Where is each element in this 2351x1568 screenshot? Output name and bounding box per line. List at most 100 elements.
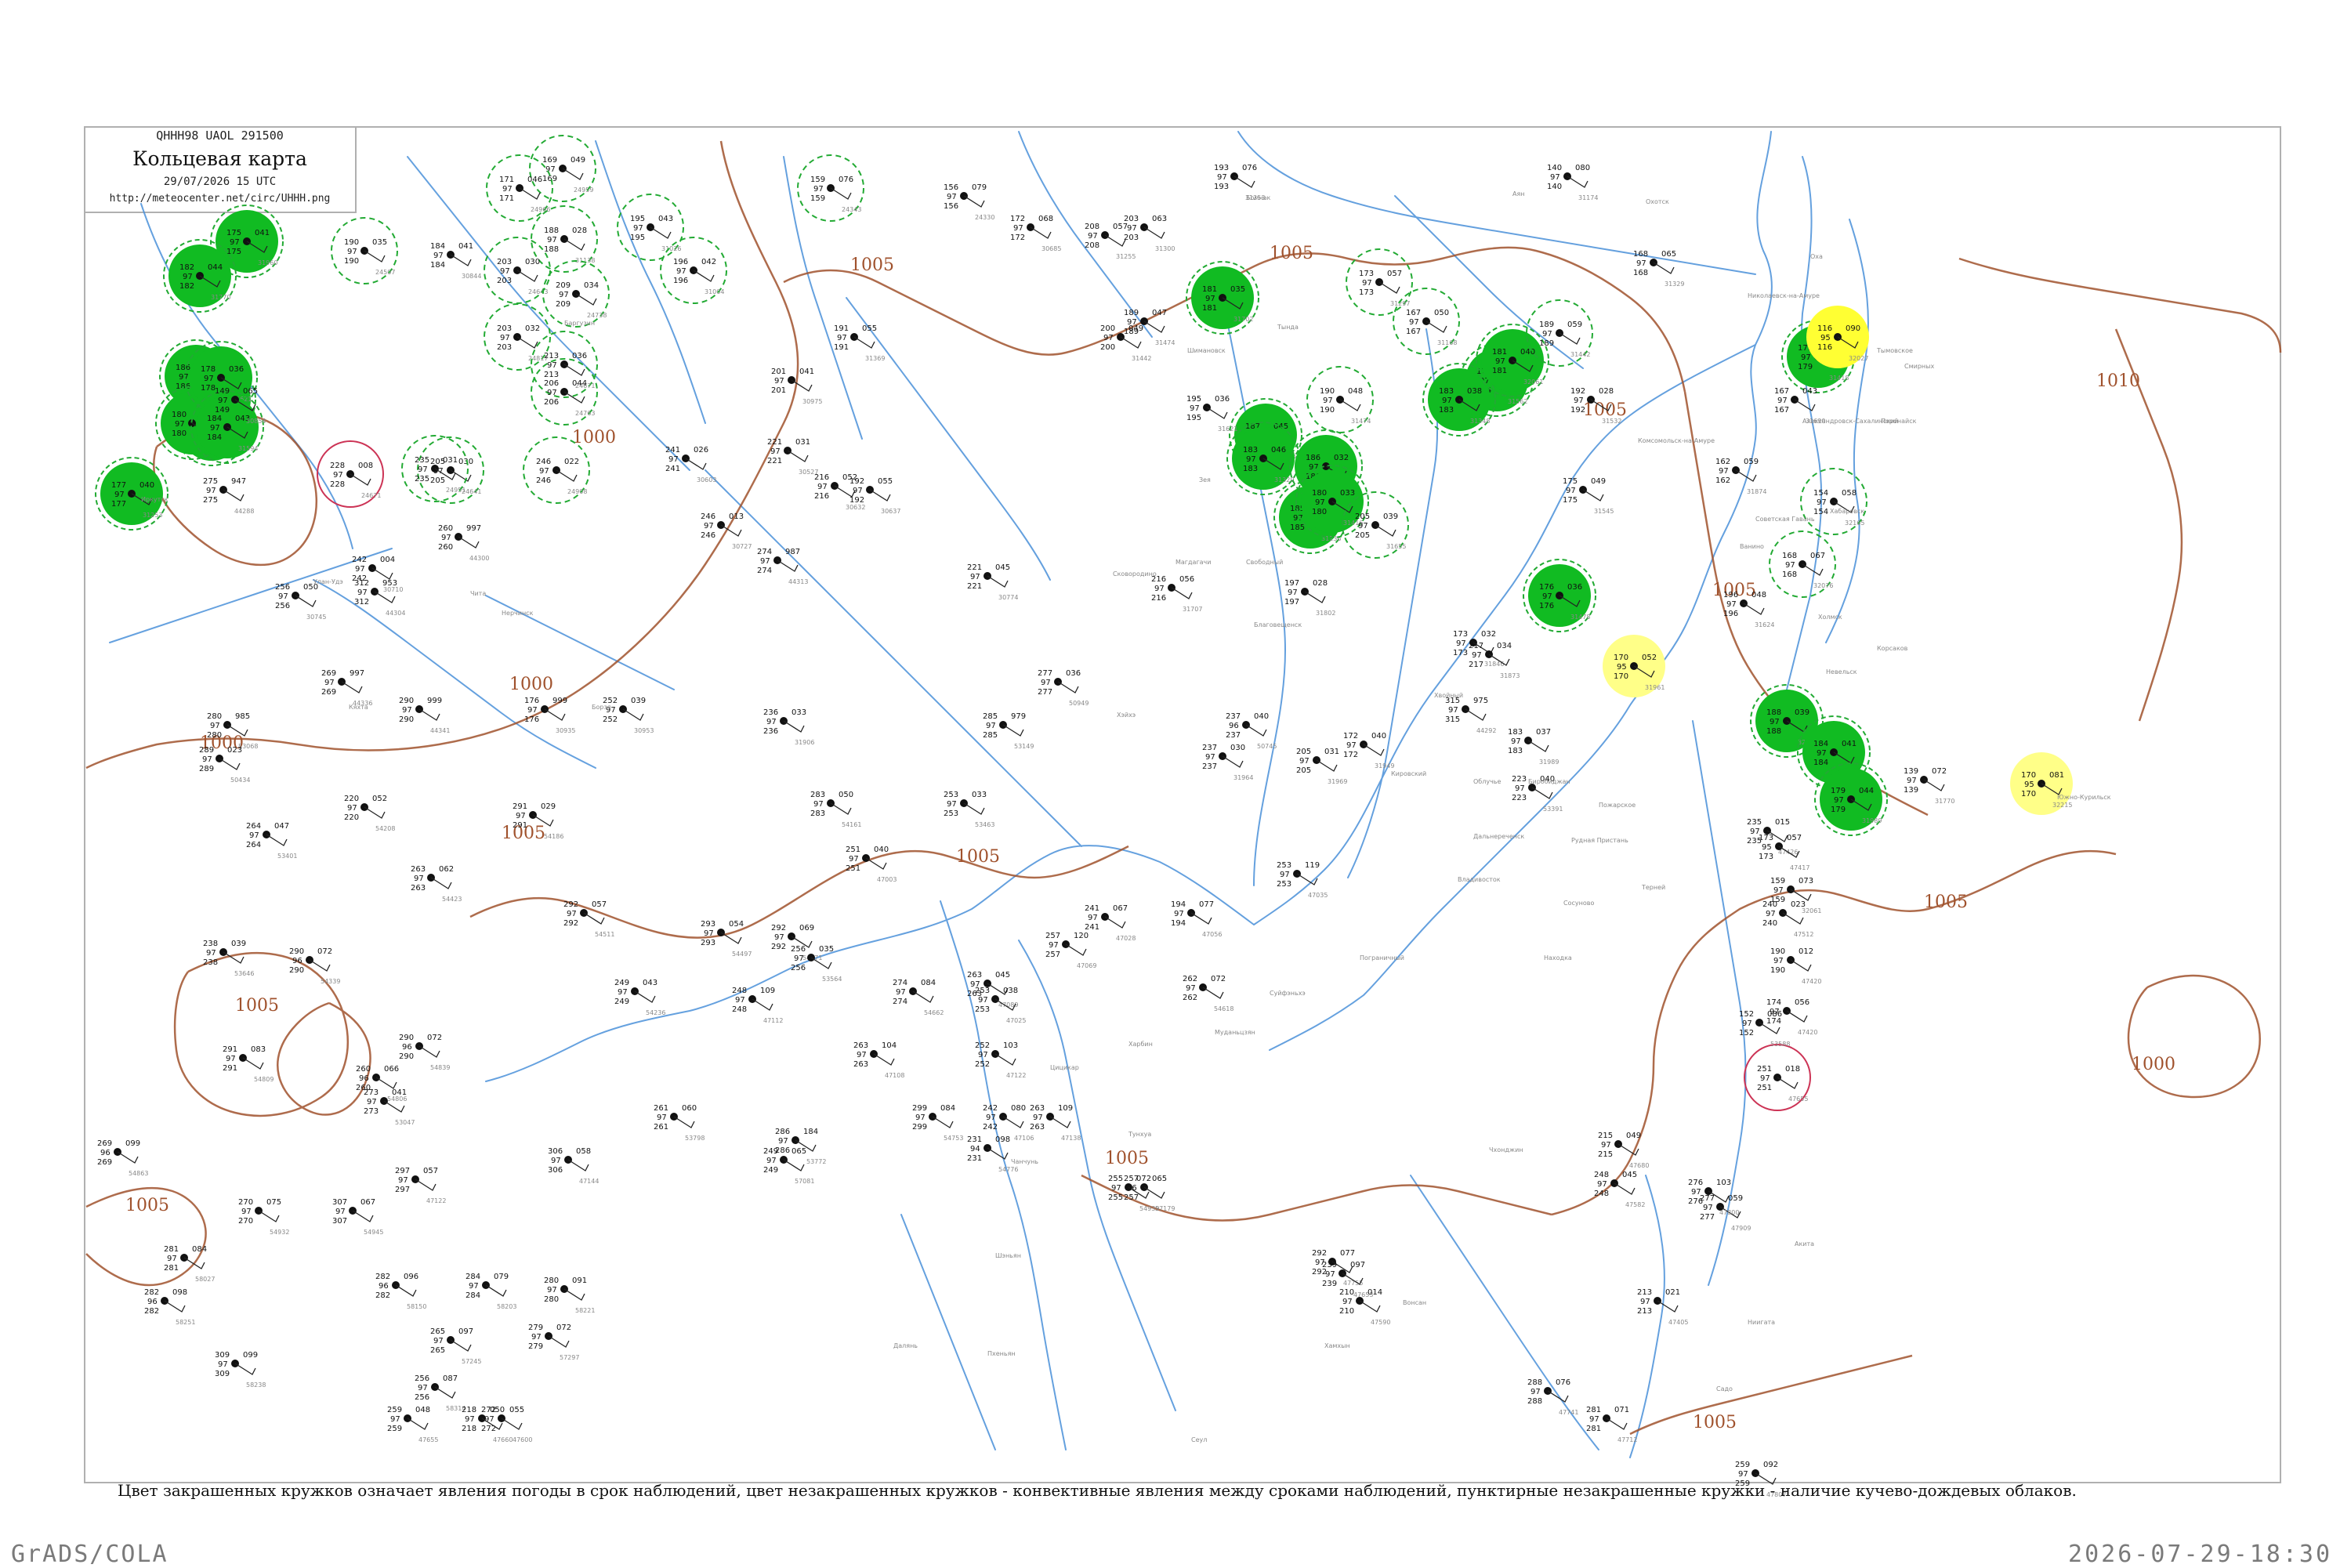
station-index: 44341 [430,727,450,734]
station-dewpoint: 96 [1127,1184,1137,1193]
station-pressure: 098 [995,1135,1010,1144]
wind-barb [1171,587,1193,599]
station-rain: 17697 036 176 31478 [1523,559,1596,632]
station-index: 54208 [375,825,395,832]
station-index: 47680 [1629,1162,1649,1169]
place-name: Невельск [1826,668,1857,675]
station-index: 31329 [1665,281,1684,288]
wind-barb [1359,1300,1381,1313]
station-pressure: 067 [1113,904,1128,913]
wind-barb [853,336,875,349]
station-dewpoint: 97 [1088,232,1098,241]
station-dewpoint: 97 [502,185,513,194]
station-temperature-min: 252 [975,1060,990,1069]
station-temperature-min: 262 [1183,994,1197,1002]
station-index: 30745 [306,614,326,621]
station-dewpoint: 97 [1111,1184,1121,1193]
station-index: 24507 [375,269,395,276]
station-index: 31873 [1500,672,1520,679]
station-dewpoint: 97 [218,1360,228,1369]
station-plain: 27597 947 275 44288 [203,477,254,515]
station-temperature: 179 [1831,787,1846,795]
station-pressure: 091 [572,1276,587,1285]
station-pressure: 075 [266,1198,281,1207]
footer-timestamp: 2026-07-29-18:30 [2068,1541,2332,1568]
isobar-label: 1010 [2096,371,2140,391]
station-temperature-min: 239 [1322,1280,1337,1288]
station-pressure: 067 [360,1198,375,1207]
station-index: 30727 [732,543,752,550]
station-index: 31594 [238,445,258,452]
station-pressure: 031 [1324,748,1339,756]
station-temperature-min: 299 [912,1123,927,1132]
station-pressure: 040 [139,481,154,490]
place-name: Улан-Удэ [313,578,343,585]
station-temperature-min: 175 [1563,496,1578,505]
station-index: 44292 [1476,727,1496,734]
station-index: 47405 [1668,1319,1688,1326]
station-pressure: 076 [1556,1378,1570,1387]
place-name: Борзя [592,704,611,711]
station-storm: 19597 043 195 31026 [617,194,684,261]
station-dewpoint: 97 [915,1114,926,1122]
station-plain: 26497 047 264 53401 [246,822,297,860]
station-temperature: 275 [203,477,218,486]
station-temperature-min: 168 [1782,570,1797,579]
wind-barb [485,1284,507,1297]
station-dewpoint: 97 [986,1114,996,1122]
place-name: Облучье [1473,778,1502,785]
station-temperature: 196 [1723,591,1738,599]
station-dewpoint: 97 [516,812,526,820]
station-temperature-min: 205 [1296,766,1311,775]
station-temperature-min: 292 [771,943,786,951]
station-index: 31369 [865,355,885,362]
station-plain: 27797 036 277 50949 [1038,669,1089,707]
wind-barb [1222,755,1244,768]
wind-barb [912,990,934,1003]
station-temperature: 174 [1766,998,1781,1007]
station-rain: 18197 035 181 31702 [1186,261,1259,335]
station-pressure: 068 [1038,215,1053,223]
station-temperature-min: 152 [1739,1029,1754,1037]
station-pressure: 999 [552,697,567,705]
station-temperature-min: 205 [1355,531,1370,540]
station-temperature-min: 280 [207,731,222,740]
station-index: 53401 [277,853,297,860]
station-storm: 16797 050 167 31168 [1393,288,1460,355]
wind-barb [1339,399,1361,411]
station-temperature-min: 236 [763,727,778,736]
station-temperature-min: 263 [1030,1123,1045,1132]
station-temperature: 251 [1757,1065,1772,1074]
station-plain: 29097 999 290 44341 [399,697,450,734]
station-temperature: 292 [771,924,786,932]
station-index: 30774 [998,594,1018,601]
station-pressure: 008 [358,462,373,470]
station-temperature-min: 218 [462,1425,476,1433]
station-temperature: 269 [97,1139,112,1148]
station-dewpoint: 97 [433,1337,444,1345]
station-pressure: 038 [1003,987,1018,995]
station-temperature: 256 [791,945,806,954]
station-temperature-min: 290 [399,1052,414,1061]
station-pressure: 043 [643,979,657,987]
station-temperature: 238 [203,940,218,948]
station-dewpoint: 97 [849,855,859,864]
station-temperature-min: 283 [810,809,825,818]
wind-barb [371,567,393,580]
station-index: 54839 [430,1064,450,1071]
place-name: Баргузин [564,320,595,327]
place-name: Иркутск [141,496,168,503]
station-dewpoint: 97 [355,565,365,574]
station-temperature-min: 200 [1100,343,1115,352]
station-temperature: 309 [215,1351,230,1360]
station-dewpoint: 97 [1442,397,1452,405]
station-temperature: 286 [775,1128,790,1136]
wind-barb [1378,281,1400,294]
station-temperature: 168 [1633,250,1648,259]
isobars-layer [85,140,2282,1436]
station-temperature-min: 249 [763,1166,778,1175]
station-index: 30953 [634,727,654,734]
station-index: 24330 [975,214,994,221]
station-index: 24343 [842,206,861,213]
wind-barb [1206,407,1228,419]
